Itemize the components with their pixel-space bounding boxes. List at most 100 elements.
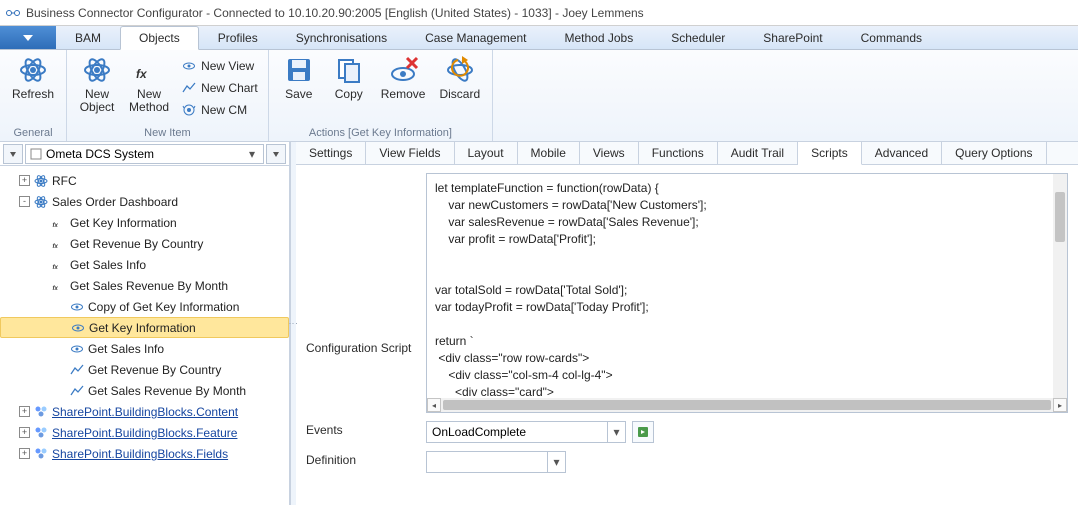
fx-icon: fx — [51, 215, 67, 231]
tree-item-label: Get Sales Info — [70, 258, 146, 272]
chart-icon — [181, 80, 197, 96]
spacer — [37, 280, 48, 291]
expand-icon[interactable]: + — [19, 427, 30, 438]
tree-item[interactable]: fxGet Sales Revenue By Month — [0, 275, 289, 296]
collapse-icon[interactable]: - — [19, 196, 30, 207]
scroll-right-icon[interactable]: ▸ — [1053, 398, 1067, 412]
refresh-button[interactable]: Refresh — [6, 52, 60, 103]
menu-tab-profiles[interactable]: Profiles — [199, 26, 277, 49]
tree-item[interactable]: fxGet Sales Info — [0, 254, 289, 275]
svg-text:fx: fx — [53, 223, 59, 229]
detail-tab-advanced[interactable]: Advanced — [862, 142, 942, 164]
menu-tab-synchronisations[interactable]: Synchronisations — [277, 26, 406, 49]
new-view-button[interactable]: New View — [177, 56, 262, 76]
copy-button[interactable]: Copy — [325, 52, 373, 103]
eye-icon — [69, 341, 85, 357]
cm-icon — [181, 102, 197, 118]
events-label: Events — [306, 421, 426, 437]
chevron-down-icon[interactable]: ▾ — [547, 452, 565, 472]
chevron-down-icon[interactable]: ▾ — [607, 422, 625, 442]
detail-pane: SettingsView FieldsLayoutMobileViewsFunc… — [296, 142, 1078, 505]
tree-item[interactable]: fxGet Key Information — [0, 212, 289, 233]
eye-icon — [181, 58, 197, 74]
spacer — [37, 238, 48, 249]
horizontal-scrollbar[interactable]: ◂ ▸ — [427, 398, 1067, 412]
new-chart-button[interactable]: New Chart — [177, 78, 262, 98]
tree-item-label: Get Sales Revenue By Month — [88, 384, 246, 398]
new-cm-button[interactable]: New CM — [177, 100, 262, 120]
sp-icon — [33, 404, 49, 420]
events-action-button[interactable] — [632, 421, 654, 443]
refresh-icon — [637, 426, 649, 438]
detail-tab-view-fields[interactable]: View Fields — [366, 142, 454, 164]
vertical-scrollbar[interactable] — [1053, 174, 1067, 398]
spacer — [37, 217, 48, 228]
tree-item[interactable]: Get Sales Revenue By Month — [0, 380, 289, 401]
detail-tab-functions[interactable]: Functions — [639, 142, 718, 164]
remove-button[interactable]: Remove — [375, 52, 432, 103]
square-icon — [30, 148, 42, 160]
save-button[interactable]: Save — [275, 52, 323, 103]
tree-item[interactable]: +SharePoint.BuildingBlocks.Feature — [0, 422, 289, 443]
expand-icon[interactable]: + — [19, 448, 30, 459]
ribbon-group-label: Actions [Get Key Information] — [275, 126, 486, 140]
detail-tab-mobile[interactable]: Mobile — [518, 142, 580, 164]
tree-item-label: Get Sales Revenue By Month — [70, 279, 228, 293]
tree-item[interactable]: -Sales Order Dashboard — [0, 191, 289, 212]
menu-tab-objects[interactable]: Objects — [120, 26, 199, 50]
spacer — [37, 259, 48, 270]
menu-tab-sharepoint[interactable]: SharePoint — [744, 26, 841, 49]
ribbon-group-label: General — [6, 126, 60, 140]
detail-tab-layout[interactable]: Layout — [455, 142, 518, 164]
tree-item-label: RFC — [52, 174, 77, 188]
fx-icon: fx — [51, 236, 67, 252]
sp-icon — [33, 446, 49, 462]
expand-icon[interactable]: + — [19, 175, 30, 186]
chart-icon — [69, 383, 85, 399]
detail-tab-settings[interactable]: Settings — [296, 142, 366, 164]
detail-tab-query-options[interactable]: Query Options — [942, 142, 1046, 164]
detail-tab-views[interactable]: Views — [580, 142, 639, 164]
discard-button[interactable]: Discard — [433, 52, 486, 103]
spacer — [56, 322, 67, 333]
tree-item[interactable]: +SharePoint.BuildingBlocks.Content — [0, 401, 289, 422]
tree-filter-button[interactable] — [266, 144, 286, 164]
arrow-down-icon — [8, 149, 18, 159]
spacer — [55, 301, 66, 312]
events-dropdown[interactable]: OnLoadComplete ▾ — [426, 421, 626, 443]
menu-tab-bam[interactable]: BAM — [56, 26, 120, 49]
tree-toolbar: Ometa DCS System ▾ — [0, 142, 289, 166]
menu-tab-case-management[interactable]: Case Management — [406, 26, 545, 49]
ribbon-group-general: Refresh General — [0, 50, 67, 141]
config-script-content[interactable]: let templateFunction = function(rowData)… — [427, 174, 1067, 398]
arrow-down-icon — [271, 149, 281, 159]
tree-item[interactable]: + RFC — [0, 170, 289, 191]
new-object-button[interactable]: NewObject — [73, 52, 121, 116]
tree-item-label: Get Sales Info — [88, 342, 164, 356]
scroll-left-icon[interactable]: ◂ — [427, 398, 441, 412]
tree-item[interactable]: fxGet Revenue By Country — [0, 233, 289, 254]
tree-item[interactable]: Get Revenue By Country — [0, 359, 289, 380]
chevron-down-icon[interactable]: ▾ — [245, 147, 259, 161]
expand-icon[interactable]: + — [19, 406, 30, 417]
detail-tab-scripts[interactable]: Scripts — [798, 142, 862, 165]
eye-icon — [69, 299, 85, 315]
file-menu-button[interactable] — [0, 26, 56, 49]
new-method-button[interactable]: fxNewMethod — [123, 52, 175, 116]
menu-tab-method-jobs[interactable]: Method Jobs — [546, 26, 653, 49]
object-tree[interactable]: +RFC-Sales Order DashboardfxGet Key Info… — [0, 166, 289, 505]
config-script-editor[interactable]: let templateFunction = function(rowData)… — [426, 173, 1068, 413]
tree-item[interactable]: Get Sales Info — [0, 338, 289, 359]
tree-item[interactable]: + SharePoint.BuildingBlocks.Fields — [0, 443, 289, 464]
tree-item[interactable]: Get Key Information — [0, 317, 289, 338]
definition-dropdown[interactable]: ▾ — [426, 451, 566, 473]
system-combo[interactable]: Ometa DCS System ▾ — [25, 144, 264, 164]
tree-item-label: SharePoint.BuildingBlocks.Fields — [52, 447, 228, 461]
tree-item-label: Get Revenue By Country — [70, 237, 203, 251]
tree-item[interactable]: Copy of Get Key Information — [0, 296, 289, 317]
tree-toggle-button[interactable] — [3, 144, 23, 164]
atom-icon — [33, 173, 49, 189]
detail-tab-audit-trail[interactable]: Audit Trail — [718, 142, 798, 164]
menu-tab-commands[interactable]: Commands — [842, 26, 941, 49]
menu-tab-scheduler[interactable]: Scheduler — [652, 26, 744, 49]
